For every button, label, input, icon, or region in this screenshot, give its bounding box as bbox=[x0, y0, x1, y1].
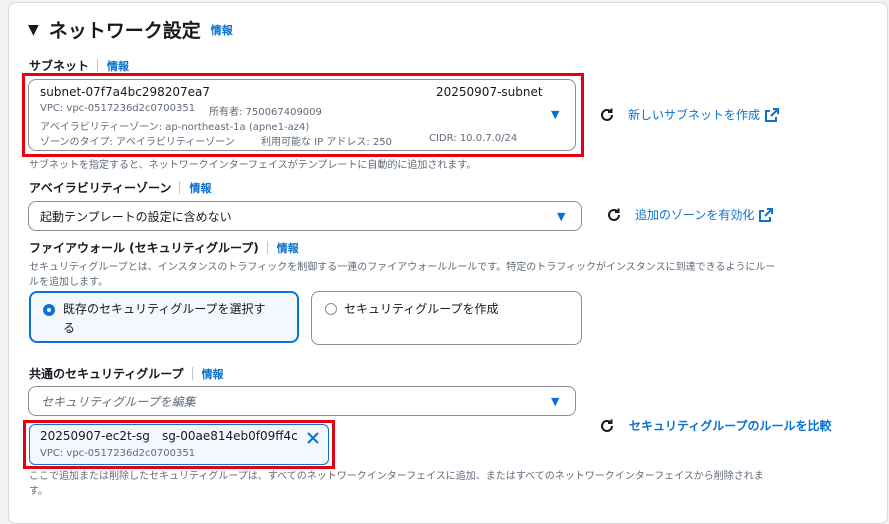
subnet-label: サブネット bbox=[29, 59, 90, 73]
subnet-ip: 利用可能な IP アドレス: 250 bbox=[261, 137, 392, 148]
az-select[interactable]: 起動テンプレートの設定に含めない ▼ bbox=[28, 201, 582, 231]
subnet-label-row: サブネット 情報 bbox=[29, 57, 129, 74]
close-icon[interactable] bbox=[306, 431, 320, 445]
firewall-label: ファイアウォール (セキュリティグループ) bbox=[29, 241, 259, 255]
external-link-icon bbox=[759, 207, 774, 222]
common-sg-hint-line2: す。 bbox=[29, 486, 48, 497]
common-sg-info-link[interactable]: 情報 bbox=[202, 366, 224, 382]
divider bbox=[179, 181, 181, 194]
subnet-vpc: VPC: vpc-0517236d2c0700351 bbox=[40, 103, 196, 114]
caret-down-icon[interactable]: ▼ bbox=[557, 210, 565, 223]
common-sg-label-row: 共通のセキュリティグループ 情報 bbox=[29, 365, 224, 382]
radio-unselected-icon[interactable] bbox=[325, 303, 337, 315]
subnet-hint: サブネットを指定すると、ネットワークインターフェイスがテンプレートに自動的に追加… bbox=[29, 160, 477, 171]
external-link-icon bbox=[765, 107, 780, 122]
sg-token-name: 20250907-ec2t-sg bbox=[40, 429, 150, 443]
subnet-name: 20250907-subnet bbox=[436, 85, 543, 99]
section-header[interactable]: ▼ ネットワーク設定 情報 bbox=[28, 16, 233, 43]
create-subnet-label: 新しいサブネットを作成 bbox=[628, 108, 761, 122]
sg-token-vpc: VPC: vpc-0517236d2c0700351 bbox=[40, 448, 196, 459]
common-sg-hint-line1: ここで追加または削除したセキュリティグループは、すべてのネットワークインターフェ… bbox=[29, 471, 764, 482]
caret-down-icon[interactable]: ▼ bbox=[551, 108, 559, 121]
divider bbox=[97, 59, 99, 72]
radio-selected-icon[interactable] bbox=[43, 304, 55, 316]
sg-multiselect[interactable]: セキュリティグループを編集 ▼ bbox=[28, 386, 576, 416]
subnet-id: subnet-07f7a4bc298207ea7 bbox=[40, 85, 211, 99]
option-existing-label-2: る bbox=[63, 321, 76, 335]
divider bbox=[266, 241, 268, 254]
common-sg-label: 共通のセキュリティグループ bbox=[29, 367, 184, 381]
firewall-label-row: ファイアウォール (セキュリティグループ) 情報 bbox=[29, 239, 299, 256]
option-create-sg[interactable]: セキュリティグループを作成 bbox=[311, 291, 582, 345]
refresh-icon[interactable] bbox=[599, 107, 615, 123]
sg-token: 20250907-ec2t-sg sg-00ae814eb0f09ff4c VP… bbox=[29, 424, 329, 465]
enable-zone-link[interactable]: 追加のゾーンを有効化 bbox=[635, 206, 774, 223]
option-existing-sg[interactable]: 既存のセキュリティグループを選択す る bbox=[29, 291, 299, 343]
firewall-desc-line1: セキュリティグループとは、インスタンスのトラフィックを制御する一連のファイアウォ… bbox=[29, 262, 776, 273]
subnet-zone-type: ゾーンのタイプ: アベイラビリティーゾーン bbox=[40, 137, 235, 148]
divider bbox=[191, 367, 193, 380]
sg-placeholder: セキュリティグループを編集 bbox=[41, 395, 196, 409]
subnet-cidr: CIDR: 10.0.7.0/24 bbox=[429, 133, 518, 144]
subnet-select[interactable]: subnet-07f7a4bc298207ea7 20250907-subnet… bbox=[28, 79, 576, 151]
compare-sg-link[interactable]: セキュリティグループのルールを比較 bbox=[629, 417, 832, 434]
refresh-icon[interactable] bbox=[606, 207, 622, 223]
subnet-info-link[interactable]: 情報 bbox=[107, 58, 129, 74]
option-create-label: セキュリティグループを作成 bbox=[344, 302, 499, 316]
option-existing-label-1: 既存のセキュリティグループを選択す bbox=[63, 302, 266, 316]
subnet-az: アベイラビリティーゾーン: ap-northeast-1a (apne1-az4… bbox=[40, 122, 310, 133]
section-info-link[interactable]: 情報 bbox=[211, 22, 233, 38]
firewall-info-link[interactable]: 情報 bbox=[277, 240, 299, 256]
caret-down-icon[interactable]: ▼ bbox=[551, 395, 559, 408]
az-label-row: アベイラビリティーゾーン 情報 bbox=[29, 179, 211, 196]
az-value: 起動テンプレートの設定に含めない bbox=[40, 210, 232, 224]
az-info-link[interactable]: 情報 bbox=[189, 180, 211, 196]
subnet-owner: 所有者: 750067409009 bbox=[209, 107, 322, 118]
section-title: ネットワーク設定 bbox=[48, 20, 201, 42]
refresh-icon[interactable] bbox=[599, 418, 615, 434]
az-label: アベイラビリティーゾーン bbox=[29, 181, 172, 195]
enable-zone-label: 追加のゾーンを有効化 bbox=[635, 208, 755, 222]
firewall-desc-line2: ルを追加します。 bbox=[29, 277, 108, 288]
sg-token-id: sg-00ae814eb0f09ff4c bbox=[162, 429, 298, 443]
create-subnet-link[interactable]: 新しいサブネットを作成 bbox=[628, 106, 780, 123]
collapse-caret-icon[interactable]: ▼ bbox=[28, 22, 39, 38]
